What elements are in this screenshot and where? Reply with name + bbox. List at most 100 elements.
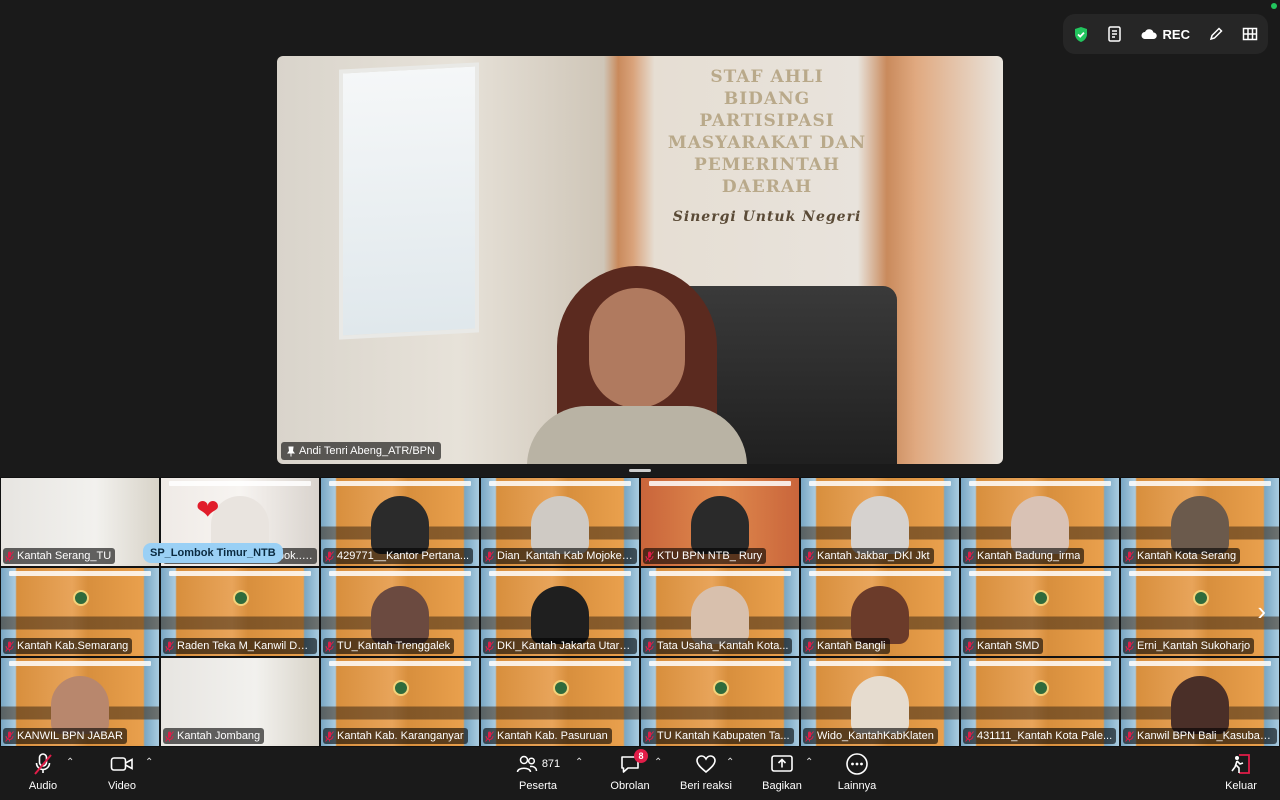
share-screen-icon (770, 751, 794, 777)
participant-tile[interactable]: Kantah Badung_irma (960, 477, 1120, 567)
participant-tile[interactable]: Kantah Jombang (160, 657, 320, 747)
participant-tile[interactable]: Kantah Kota Serang (1120, 477, 1280, 567)
participant-avatar (1171, 496, 1229, 554)
mic-muted-icon (485, 640, 494, 652)
virtual-background-banner (329, 481, 471, 486)
participant-tile[interactable]: Kantah SMD (960, 567, 1120, 657)
participant-name: Kantah Kab. Pasuruan (497, 730, 608, 742)
mic-muted-icon (32, 751, 54, 777)
more-button[interactable]: Lainnya (834, 751, 880, 797)
pen-icon[interactable] (1208, 26, 1224, 42)
participant-avatar (691, 586, 749, 644)
participant-name-label: Kantah Kab. Pasuruan (483, 728, 612, 744)
next-page-chevron-icon[interactable]: › (1257, 596, 1266, 627)
participant-name: Kantah Kota Serang (1137, 550, 1237, 562)
mic-muted-icon (325, 640, 334, 652)
participant-avatar (531, 496, 589, 554)
leave-button[interactable]: Keluar (1222, 751, 1260, 797)
participant-tile[interactable]: 431111_Kantah Kota Pale... (960, 657, 1120, 747)
participant-name: Raden Teka M_Kanwil DKI... (177, 640, 313, 652)
reactions-options-chevron-icon[interactable]: ⌃ (726, 757, 734, 768)
participant-tile[interactable]: Kanwil BPN Bali_Kasubag... (1120, 657, 1280, 747)
resize-handle[interactable] (629, 469, 651, 472)
participant-avatar (691, 496, 749, 554)
participants-options-chevron-icon[interactable]: ⌃ (575, 757, 583, 768)
notes-icon[interactable] (1107, 25, 1123, 43)
mic-muted-icon (965, 550, 974, 562)
participant-tile[interactable]: KTU BPN NTB_ Rury (640, 477, 800, 567)
participant-name-label: 431111_Kantah Kota Pale... (963, 728, 1117, 744)
cloud-icon (1141, 29, 1157, 39)
participant-name-label: Kantah Badung_irma (963, 548, 1085, 564)
more-options-icon (845, 751, 869, 777)
participant-tile[interactable]: Kantah Bangli (800, 567, 960, 657)
participant-name-label: Kantah Jakbar_DKI Jkt (803, 548, 934, 564)
view-grid-icon[interactable] (1242, 27, 1258, 41)
participant-name-label: Raden Teka M_Kanwil DKI... (163, 638, 317, 654)
participant-name-label: Kantah Kab. Karanganyar (323, 728, 468, 744)
participant-tile[interactable]: 429771__Kantor Pertana... (320, 477, 480, 567)
participant-tile[interactable]: Dian_Kantah Kab Mojoker... (480, 477, 640, 567)
participant-name-label: KANWIL BPN JABAR (3, 728, 127, 744)
virtual-background-banner (649, 571, 791, 576)
speaker-name-tag: Andi Tenri Abeng_ATR/BPN (281, 442, 441, 460)
share-options-chevron-icon[interactable]: ⌃ (805, 757, 813, 768)
virtual-background-banner (809, 661, 951, 666)
participants-icon (516, 755, 538, 773)
participant-tile[interactable]: Kantah Kab. Pasuruan (480, 657, 640, 747)
participant-tile[interactable]: Erni_Kantah Sukoharjo (1120, 567, 1280, 657)
participant-gallery: Kantah Serang_TURaden_Kantah_Lombok...PN… (0, 477, 1280, 747)
participant-name-label: Kantah Bangli (803, 638, 890, 654)
chat-unread-badge: 8 (634, 749, 648, 763)
participant-name: Tata Usaha_Kantah Kota... (657, 640, 789, 652)
virtual-background-banner (809, 481, 951, 486)
participant-tile[interactable]: Kantah Kab.Semarang (0, 567, 160, 657)
participant-name-label: Dian_Kantah Kab Mojoker... (483, 548, 637, 564)
participants-button[interactable]: 871 Peserta (508, 751, 568, 797)
participant-name-label: Tata Usaha_Kantah Kota... (643, 638, 793, 654)
chat-options-chevron-icon[interactable]: ⌃ (654, 757, 662, 768)
participant-tile[interactable]: Raden Teka M_Kanwil DKI... (160, 567, 320, 657)
participant-tile[interactable]: Kantah Kab. Karanganyar (320, 657, 480, 747)
participant-name-label: Kantah Kota Serang (1123, 548, 1241, 564)
cloud-recording-indicator[interactable]: REC (1141, 27, 1190, 42)
leave-door-icon (1230, 751, 1252, 777)
agency-emblem-icon (713, 680, 729, 696)
mic-muted-icon (645, 730, 654, 742)
participant-tile[interactable]: Kantah Jakbar_DKI Jkt (800, 477, 960, 567)
participant-tile[interactable]: DKI_Kantah Jakarta Utara... (480, 567, 640, 657)
virtual-background-banner (329, 571, 471, 576)
participant-name-label: TU Kantah Kabupaten Ta... (643, 728, 794, 744)
virtual-background-banner (169, 481, 311, 486)
agency-emblem-icon (393, 680, 409, 696)
participant-tile[interactable]: KANWIL BPN JABAR (0, 657, 160, 747)
audio-options-chevron-icon[interactable]: ⌃ (66, 757, 74, 768)
encryption-shield-icon[interactable] (1073, 26, 1089, 43)
participant-tile[interactable]: Kantah Serang_TU (0, 477, 160, 567)
wall-sign-tagline: Sinergi Untuk Negeri (672, 209, 862, 225)
video-button[interactable]: Video (104, 751, 140, 797)
participant-tile[interactable]: TU Kantah Kabupaten Ta... (640, 657, 800, 747)
mic-muted-icon (5, 640, 14, 652)
audio-button[interactable]: Audio (26, 751, 60, 797)
mic-muted-icon (485, 550, 494, 562)
participant-name: 431111_Kantah Kota Pale... (977, 730, 1113, 742)
virtual-background-banner (489, 481, 631, 486)
virtual-background-banner (809, 571, 951, 576)
pin-icon (287, 446, 295, 456)
mic-muted-icon (805, 640, 814, 652)
participant-tile[interactable]: Tata Usaha_Kantah Kota... (640, 567, 800, 657)
participant-name: Dian_Kantah Kab Mojoker... (497, 550, 633, 562)
mic-muted-icon (805, 550, 814, 562)
participant-tile[interactable]: Wido_KantahKabKlaten (800, 657, 960, 747)
participant-name-label: Kantah Serang_TU (3, 548, 116, 564)
participant-name-label: 429771__Kantor Pertana... (323, 548, 474, 564)
active-speaker-video[interactable]: STAF AHLI BIDANG PARTISIPASI MASYARAKAT … (277, 56, 1003, 464)
participant-name-label: KTU BPN NTB_ Rury (643, 548, 767, 564)
mic-muted-icon (805, 730, 814, 742)
video-options-chevron-icon[interactable]: ⌃ (145, 757, 153, 768)
leave-label: Keluar (1225, 780, 1257, 792)
mic-muted-icon (165, 640, 174, 652)
participant-tile[interactable]: TU_Kantah Trenggalek (320, 567, 480, 657)
share-button[interactable]: Bagikan (760, 751, 804, 797)
